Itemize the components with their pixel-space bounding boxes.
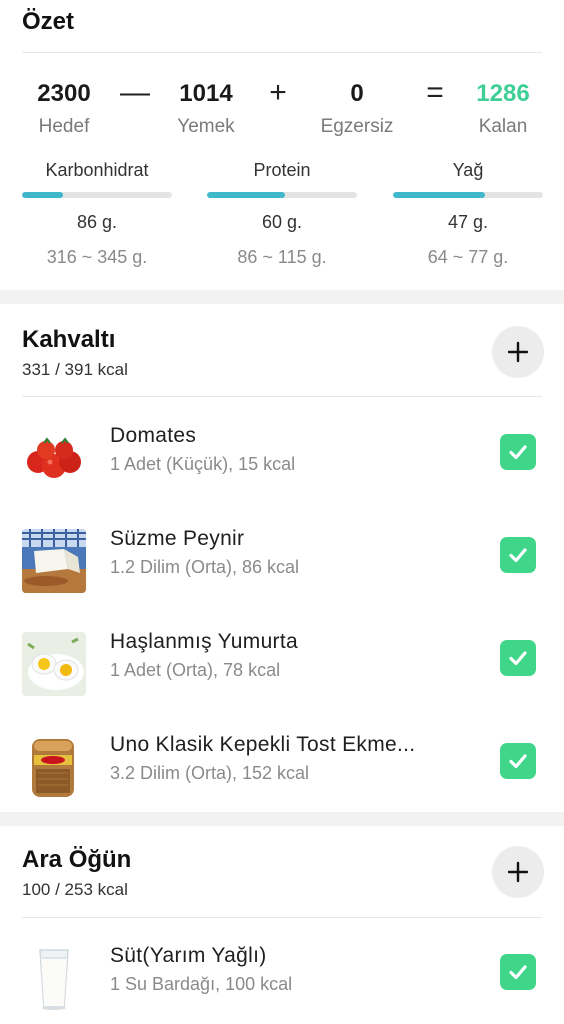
macro-range: 316 ~ 345 g. <box>46 247 148 267</box>
food-detail: 1 Adet (Orta), 78 kcal <box>110 660 281 680</box>
checkmark-icon <box>509 965 527 980</box>
milk-image <box>22 946 86 1010</box>
food-checkbox[interactable] <box>500 434 536 470</box>
food-item[interactable]: Uno Klasik Kepekli Tost Ekme... 3.2 Dili… <box>0 727 564 807</box>
food-value: 1014 <box>179 80 233 107</box>
food-name: Haşlanmış Yumurta <box>110 630 298 653</box>
food-item[interactable]: Domates 1 Adet (Küçük), 15 kcal <box>0 418 564 498</box>
meal-title: Kahvaltı <box>22 326 116 353</box>
remaining-value: 1286 <box>476 80 530 107</box>
food-label: Yemek <box>177 116 235 137</box>
macro-value: 60 g. <box>261 212 303 232</box>
remaining-block: 1286 Kalan <box>448 80 558 138</box>
macro-progress-fill <box>393 192 485 198</box>
summary-title: Özet <box>22 8 75 35</box>
remaining-label: Kalan <box>478 116 528 137</box>
food-item[interactable]: Süzme Peynir 1.2 Dilim (Orta), 86 kcal <box>0 521 564 601</box>
macro-label: Karbonhidrat <box>45 160 149 180</box>
food-name: Uno Klasik Kepekli Tost Ekme... <box>110 733 416 756</box>
summary-card: Özet 2300 Hedef — 1014 Yemek + 0 Egzersi… <box>0 0 564 290</box>
add-food-button[interactable] <box>492 846 544 898</box>
meal-kcal: 331 / 391 kcal <box>22 360 128 379</box>
macro-progress-fill <box>22 192 63 198</box>
plus-icon <box>507 861 529 883</box>
meal-divider <box>22 917 542 918</box>
macro-progress-bar <box>393 192 543 198</box>
checkmark-icon <box>509 651 527 666</box>
add-food-button[interactable] <box>492 326 544 378</box>
food-name: Süzme Peynir <box>110 527 245 550</box>
food-detail: 1.2 Dilim (Orta), 86 kcal <box>110 557 300 577</box>
meal-card-snack: Ara Öğün 100 / 253 kcal Süt(Yarım Yağlı)… <box>0 826 564 1024</box>
macro-value: 86 g. <box>76 212 118 232</box>
exercise-block: 0 Egzersiz <box>302 80 412 138</box>
meal-kcal: 100 / 253 kcal <box>22 880 128 899</box>
macro-label: Protein <box>253 160 311 180</box>
food-detail: 1 Adet (Küçük), 15 kcal <box>110 454 296 474</box>
plus-icon <box>507 341 529 363</box>
food-checkbox[interactable] <box>500 954 536 990</box>
food-name: Domates <box>110 424 197 447</box>
meal-card-breakfast: Kahvaltı 331 / 391 kcal Domates 1 Adet (… <box>0 304 564 812</box>
macro-progress-bar <box>22 192 172 198</box>
food-checkbox[interactable] <box>500 640 536 676</box>
plus-operator: + <box>269 76 287 109</box>
checkmark-icon <box>509 548 527 563</box>
cheese-image <box>22 529 86 593</box>
minus-operator: — <box>120 76 150 109</box>
food-detail: 1 Su Bardağı, 100 kcal <box>110 974 293 994</box>
food-detail: 3.2 Dilim (Orta), 152 kcal <box>110 763 310 783</box>
food-item[interactable]: Süt(Yarım Yağlı) 1 Su Bardağı, 100 kcal <box>0 938 564 1018</box>
macro-protein: Protein 60 g. 86 ~ 115 g. <box>207 160 357 268</box>
macro-progress-fill <box>207 192 285 198</box>
egg-image <box>22 632 86 696</box>
summary-divider <box>22 52 542 53</box>
macro-label: Yağ <box>452 160 484 180</box>
exercise-label: Egzersiz <box>320 116 394 137</box>
food-name: Süt(Yarım Yağlı) <box>110 944 267 967</box>
target-label: Hedef <box>38 116 90 137</box>
target-block: 2300 Hedef <box>9 80 119 138</box>
food-item[interactable]: Haşlanmış Yumurta 1 Adet (Orta), 78 kcal <box>0 624 564 704</box>
macro-value: 47 g. <box>447 212 489 232</box>
food-checkbox[interactable] <box>500 743 536 779</box>
macro-range: 64 ~ 77 g. <box>427 247 509 267</box>
macro-range: 86 ~ 115 g. <box>237 247 327 267</box>
checkmark-icon <box>509 754 527 769</box>
bread-image <box>22 735 86 799</box>
checkmark-icon <box>509 445 527 460</box>
tomato-image <box>22 426 86 490</box>
exercise-value: 0 <box>350 80 364 107</box>
target-value: 2300 <box>37 80 91 107</box>
equals-operator: = <box>426 76 444 109</box>
macro-progress-bar <box>207 192 357 198</box>
meal-divider <box>22 396 542 397</box>
macro-carbs: Karbonhidrat 86 g. 316 ~ 345 g. <box>22 160 172 268</box>
meal-title: Ara Öğün <box>22 846 132 873</box>
food-block: 1014 Yemek <box>151 80 261 138</box>
food-checkbox[interactable] <box>500 537 536 573</box>
macro-fat: Yağ 47 g. 64 ~ 77 g. <box>393 160 543 268</box>
